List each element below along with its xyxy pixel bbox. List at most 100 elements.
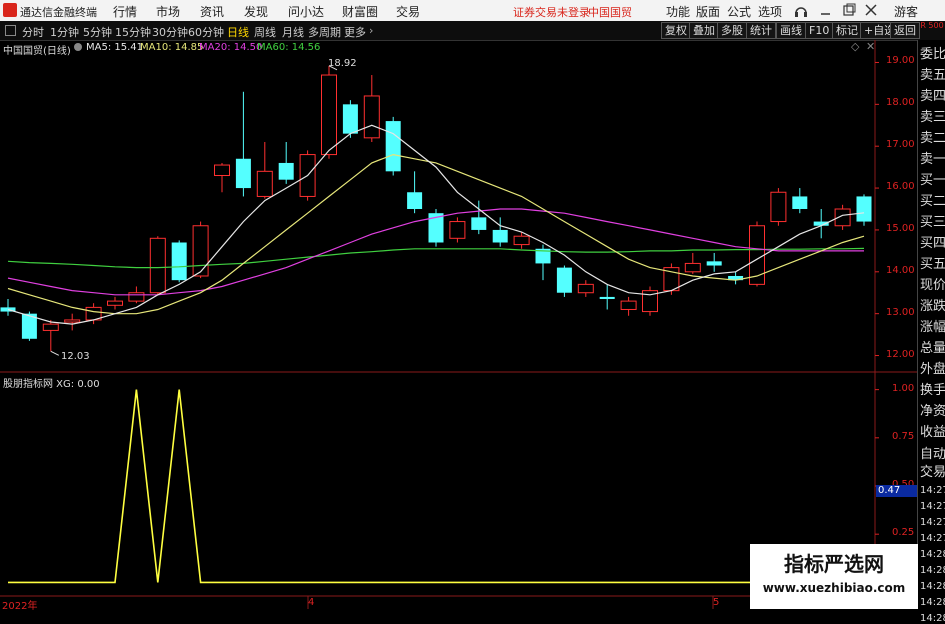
candle-body-down bbox=[856, 196, 872, 222]
period-toolbar: 分时 1分钟 5分钟 15分钟 30分钟 60分钟 日线 周线 月线 多周期 更… bbox=[0, 21, 945, 41]
y-tick-label: 14.00 bbox=[886, 264, 915, 276]
back-button[interactable]: 返回 bbox=[890, 22, 920, 39]
panel-item-weibi: 委比 bbox=[920, 47, 945, 62]
candle-body-up bbox=[214, 164, 230, 177]
period-multi[interactable]: 多周期 bbox=[308, 24, 341, 40]
tick-time: 14:28 bbox=[920, 597, 945, 608]
candle-body-up bbox=[363, 95, 380, 139]
overlay-button[interactable]: 叠加 bbox=[689, 22, 719, 39]
panel-item-turnover: 换手 bbox=[920, 383, 945, 398]
candle-body-down bbox=[171, 242, 187, 281]
candle-body-down bbox=[471, 217, 487, 230]
candle-body-up bbox=[620, 300, 637, 310]
watermark-banner: 指标严选网 www.xuezhibiao.com bbox=[750, 544, 918, 609]
x-label-year: 2022年 bbox=[2, 601, 38, 612]
app-logo-icon bbox=[3, 3, 17, 17]
y-tick-label: 13.00 bbox=[886, 306, 915, 318]
watermark-title: 指标严选网 bbox=[784, 552, 884, 576]
candle-body-up bbox=[64, 319, 81, 323]
candle-body-down bbox=[792, 196, 808, 209]
menu-news[interactable]: 资讯 bbox=[200, 3, 224, 20]
candle-body-down bbox=[556, 267, 572, 293]
period-5min[interactable]: 5分钟 bbox=[83, 24, 112, 40]
guest-user-label[interactable]: 游客 bbox=[894, 3, 918, 20]
period-intraday[interactable]: 分时 bbox=[22, 24, 44, 40]
low-price-label: 12.03 bbox=[61, 351, 90, 362]
candle-body-up bbox=[321, 74, 337, 156]
menu-wealth-circle[interactable]: 财富圈 bbox=[342, 3, 378, 20]
y-tick-label: 12.00 bbox=[886, 348, 915, 360]
period-more[interactable]: 更多 bbox=[344, 24, 366, 40]
panel-item-buy3: 买三 bbox=[920, 215, 945, 230]
mark-button[interactable]: 标记 bbox=[832, 22, 862, 39]
x-label-may: 5 bbox=[713, 597, 720, 608]
menu-ask[interactable]: 问小达 bbox=[288, 3, 324, 20]
tick-time: 14:27 bbox=[920, 517, 945, 528]
menu-options[interactable]: 选项 bbox=[758, 3, 782, 20]
close-icon[interactable] bbox=[865, 4, 877, 16]
indicator-y-tick-label: 1.00 bbox=[892, 382, 915, 394]
panel-item-eps: 收益 bbox=[920, 425, 945, 440]
period-weekly[interactable]: 周线 bbox=[254, 24, 276, 40]
candle-body-down bbox=[492, 229, 508, 243]
panel-item-sell1: 卖一 bbox=[920, 152, 945, 167]
period-monthly[interactable]: 月线 bbox=[282, 24, 304, 40]
candle-body-down bbox=[407, 192, 423, 209]
y-tick-label: 15.00 bbox=[886, 222, 915, 234]
candle-body-up bbox=[684, 262, 701, 273]
restore-icon[interactable] bbox=[843, 3, 856, 16]
menu-discover[interactable]: 发现 bbox=[244, 3, 268, 20]
tick-time: 14:27 bbox=[920, 485, 945, 496]
statistics-button[interactable]: 统计 bbox=[746, 22, 776, 39]
period-15min[interactable]: 15分钟 bbox=[115, 24, 151, 40]
panel-item-buy4: 买四 bbox=[920, 236, 945, 251]
menu-grid-icon[interactable] bbox=[5, 25, 16, 36]
panel-item-nav: 净资 bbox=[920, 404, 945, 419]
candle-body-up bbox=[449, 221, 466, 239]
candle-body-up bbox=[770, 191, 787, 223]
watermark-url: www.xuezhibiao.com bbox=[762, 581, 906, 595]
adjust-button[interactable]: 复权 bbox=[661, 22, 691, 39]
panel-item-trade[interactable]: 交易 bbox=[920, 462, 945, 483]
panel-item-sell4: 卖四 bbox=[920, 89, 945, 104]
menu-market-quotes[interactable]: 行情 bbox=[113, 3, 137, 20]
candle-body-up bbox=[149, 237, 166, 294]
tick-time: 14:27 bbox=[920, 533, 945, 544]
headset-icon[interactable] bbox=[795, 7, 807, 17]
menu-formula[interactable]: 公式 bbox=[727, 3, 751, 20]
menu-trade[interactable]: 交易 bbox=[396, 3, 420, 20]
menu-layout[interactable]: 版面 bbox=[696, 3, 720, 20]
period-60min[interactable]: 60分钟 bbox=[188, 24, 224, 40]
menu-market[interactable]: 市场 bbox=[156, 3, 180, 20]
tick-time: 14:28 bbox=[920, 565, 945, 576]
candle-body-down bbox=[599, 296, 615, 300]
tick-time: 14:27 bbox=[920, 501, 945, 512]
candle-body-down bbox=[342, 104, 358, 134]
kline-chart[interactable] bbox=[0, 40, 917, 609]
tick-time: 14:28 bbox=[920, 613, 945, 624]
current-indicator-value: 0.47 bbox=[876, 485, 918, 497]
trade-login-status[interactable]: 证券交易未登录 bbox=[513, 4, 590, 20]
menu-function[interactable]: 功能 bbox=[666, 3, 690, 20]
period-30min[interactable]: 30分钟 bbox=[152, 24, 188, 40]
candle-body-up bbox=[513, 235, 530, 246]
period-1min[interactable]: 1分钟 bbox=[50, 24, 79, 40]
f10-button[interactable]: F10 bbox=[805, 22, 834, 39]
panel-item-buy1: 买一 bbox=[920, 173, 945, 188]
candle-body-up bbox=[192, 225, 209, 277]
chevron-right-icon[interactable]: › bbox=[369, 24, 373, 37]
draw-line-button[interactable]: 画线 bbox=[776, 22, 806, 39]
high-price-label: 18.92 bbox=[328, 58, 357, 69]
candle-body-down bbox=[706, 261, 722, 266]
period-daily[interactable]: 日线 bbox=[227, 24, 249, 40]
multi-stock-button[interactable]: 多股 bbox=[717, 22, 747, 39]
current-stock-name: 中国国贸 bbox=[588, 6, 632, 19]
x-label-april: 4 bbox=[308, 597, 315, 608]
candle-body-up bbox=[107, 300, 123, 306]
y-tick-label: 19.00 bbox=[886, 55, 915, 67]
right-panel-top-label: R 500 bbox=[920, 21, 944, 30]
y-tick-label: 16.00 bbox=[886, 181, 915, 193]
y-tick-label: 18.00 bbox=[886, 97, 915, 109]
quote-side-panel: 委比 卖五 卖四 卖三 卖二 卖一 买一 买二 买三 买四 买五 现价 涨跌 涨… bbox=[917, 40, 945, 624]
candle-body-up bbox=[128, 292, 145, 302]
